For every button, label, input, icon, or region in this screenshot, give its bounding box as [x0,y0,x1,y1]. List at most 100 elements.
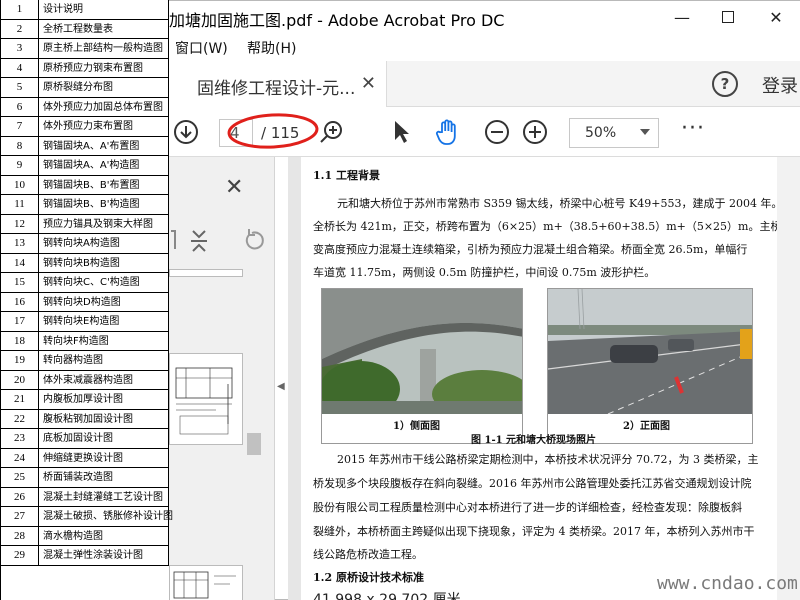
maximize-button[interactable] [705,1,751,33]
window-title: 加塘加固施工图.pdf - Adobe Acrobat Pro DC [169,11,505,30]
section-heading: 1.1 工程背景 [313,169,380,182]
row-number: 23 [1,429,39,449]
photo-caption-front: 2）正面图 [623,421,670,432]
drawing-name: 混凝土弹性涂装设计图 [43,550,143,561]
page-number-highlight-ellipse [227,113,319,149]
row-number: 18 [1,331,39,351]
row-number: 20 [1,370,39,390]
more-tools-icon[interactable]: ··· [681,118,705,140]
row-number: 10 [1,175,39,195]
zoom-in-icon[interactable] [521,118,549,146]
zoom-level-select[interactable]: 50% [569,118,659,148]
menu-window[interactable]: 窗口(W) [175,38,228,58]
scrollbar-thumb[interactable] [247,433,261,455]
table-row: 14 钢转向块B构造图 [1,253,169,273]
row-number: 1 [1,0,39,20]
help-icon[interactable]: ? [712,71,738,97]
table-row: 13 钢转向块A构造图 [1,234,169,254]
zoom-out-icon[interactable] [483,118,511,146]
paragraph-line: 裂缝外，本桥桥面主跨疑似出现下挠现象，评定为 4 类桥梁。2017 年，本桥列入… [313,525,755,538]
figure-caption: 图 1-1 元和塘大桥现场照片 [471,435,597,446]
row-number: 27 [1,507,39,527]
minimize-button[interactable]: — [659,1,705,33]
drawing-name: 混凝土破损、锈胀修补设计图 [43,511,173,522]
page-thumbnail[interactable] [169,269,243,277]
drawing-name: 体外预应力加固总体布置图 [43,101,163,113]
thumbnail-scrollbar[interactable] [247,275,261,589]
table-row: 17 钢转向块E构造图 [1,312,169,332]
close-icon: ✕ [769,7,783,27]
sign-in-link[interactable]: 登录 [762,72,798,98]
table-row: 22 腹板粘钢加固设计图 [1,409,169,429]
row-number: 13 [1,234,39,254]
row-number: 3 [1,39,39,59]
row-number: 2 [1,19,39,39]
rotate-icon[interactable] [245,229,264,250]
drawing-list-table: 1 设计说明 2 全桥工程数量表 3 原主桥上部结构一般构造图 4 原桥预应力钢束布置图 5 原桥… [0,0,173,566]
page-thumbnail[interactable] [169,565,243,600]
row-number: 15 [1,273,39,293]
page-size-readout: 41.998 x 29.702 厘米 [313,592,461,600]
table-row: 25 桥面铺装改造图 [1,468,169,488]
drawing-name: 原桥裂缝分布图 [43,82,113,93]
tab-document-label: 固维修工程设计-元... [197,79,356,99]
table-row: 24 伸缩缝更换设计图 [1,448,169,468]
find-zoom-icon[interactable] [317,118,345,146]
table-row: 23 底板加固设计图 [1,429,169,449]
menu-help[interactable]: 帮助(H) [247,38,296,58]
drawing-name: 转向器构造图 [43,355,103,366]
page-thumbnail[interactable] [169,353,243,445]
paragraph-line: 股份有限公司工程质量检测中心对本桥进行了进一步的详细检查，经检查发现：除腹板斜 [313,501,742,514]
drawing-name: 钢转向块E构造图 [43,316,120,327]
drawing-name: 钢转向块B构造图 [43,257,120,269]
drawing-name: 伸缩缝更换设计图 [43,452,123,464]
drawing-name: 原主桥上部结构一般构造图 [43,43,163,54]
drawing-name: 设计说明 [43,4,83,15]
thumbnail-layout-icon[interactable] [191,230,207,252]
select-tool-icon[interactable] [387,118,415,146]
drawing-name: 钢锚固块A、A'构造图 [43,160,140,171]
paragraph-line: 变高度预应力混凝土连续箱梁，引桥为预应力混凝土组合箱梁。桥面全宽 26.5m，单… [313,243,748,256]
paragraph-line: 元和塘大桥位于苏州市常熟市 S359 锡太线，桥梁中心桩号 K49+553，建成… [337,197,777,210]
drawing-name: 钢转向块C、C'构造图 [43,277,140,288]
close-icon[interactable]: ✕ [225,175,243,200]
drawing-name: 桥面铺装改造图 [43,472,113,483]
close-tab-icon[interactable]: ✕ [361,73,376,94]
table-row: 12 预应力锚具及钢束大样图 [1,214,169,234]
minimize-icon: — [674,7,690,27]
row-number: 9 [1,156,39,176]
tab-document[interactable]: 固维修工程设计-元... ✕ [169,61,387,107]
drawing-name: 钢锚固块B、B'布置图 [43,179,140,191]
drawing-name: 混凝土封缝灌缝工艺设计图 [43,491,163,503]
table-row: 8 钢锚固块A、A'布置图 [1,136,169,156]
collapse-pane-icon[interactable]: ◀ [277,381,285,392]
drawing-name: 钢锚固块B、B'构造图 [43,199,140,210]
row-number: 6 [1,97,39,117]
row-number: 22 [1,409,39,429]
row-number: 25 [1,468,39,488]
paragraph-line: 车道宽 11.75m，两侧设 0.5m 防撞护栏，中间设 0.75m 波形护栏。 [313,266,656,279]
drawing-name: 原桥预应力钢束布置图 [43,62,143,74]
table-row: 9 钢锚固块A、A'构造图 [1,156,169,176]
document-scrollbar[interactable] [777,157,800,600]
row-number: 21 [1,390,39,410]
table-row: 19 转向器构造图 [1,351,169,371]
table-row: 16 钢转向块D构造图 [1,292,169,312]
drawing-name: 钢转向块A构造图 [43,238,120,249]
watermark-text: www.cndao.com [657,573,798,594]
drawing-name: 预应力锚具及钢束大样图 [43,218,153,230]
drawing-name: 腹板粘钢加固设计图 [43,413,133,425]
row-number: 4 [1,58,39,78]
table-row: 11 钢锚固块B、B'构造图 [1,195,169,215]
next-page-icon[interactable] [172,118,200,146]
document-page: 1.1 工程背景 元和塘大桥位于苏州市常熟市 S359 锡太线，桥梁中心桩号 K… [301,157,777,600]
paragraph-line: 桥发现多个块段腹板存在斜向裂缝。2016 年苏州市公路管理处委托江苏省交通规划设… [313,477,752,490]
drawing-name: 钢锚固块A、A'布置图 [43,140,140,152]
drawing-name: 钢转向块D构造图 [43,296,121,308]
table-row: 18 转向块F构造图 [1,331,169,351]
table-row: 5 原桥裂缝分布图 [1,78,169,98]
hand-tool-icon[interactable] [433,118,461,146]
navigation-pane: ✕ [169,157,275,600]
close-window-button[interactable]: ✕ [753,1,799,33]
section-heading: 1.2 原桥设计技术标准 [313,571,424,584]
